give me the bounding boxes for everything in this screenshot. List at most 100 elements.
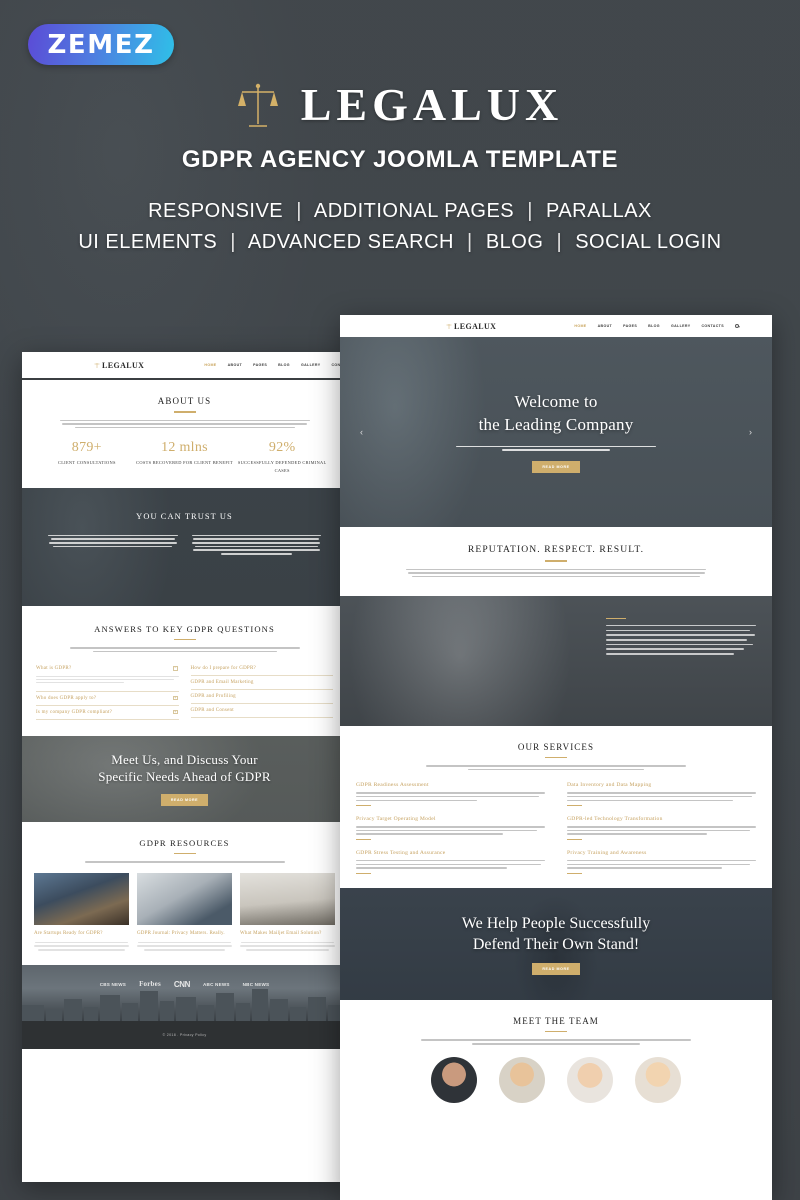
services-description bbox=[426, 765, 686, 771]
slider-prev-arrow[interactable]: ‹ bbox=[360, 427, 363, 437]
navbar-logo-text: LEGALUX bbox=[102, 360, 145, 370]
resources-section: GDPR RESOURCES Are Startups Ready for GD… bbox=[22, 821, 347, 965]
faq-question[interactable]: Who does GDPR apply to? bbox=[36, 696, 179, 701]
team-section: MEET THE TEAM bbox=[340, 999, 772, 1103]
nav-item-blog[interactable]: BLOG bbox=[648, 324, 660, 328]
defend-heading: We Help People Successfully Defend Their… bbox=[462, 913, 650, 955]
service-item[interactable]: Privacy Training and Awareness bbox=[567, 850, 756, 874]
plus-icon[interactable]: + bbox=[173, 695, 178, 701]
brand-title-row: LEGALUX bbox=[0, 78, 800, 131]
service-title: Privacy Target Operating Model bbox=[356, 816, 436, 823]
faq-item[interactable]: GDPR and Consent bbox=[190, 704, 334, 719]
faq-answer bbox=[36, 671, 179, 687]
resource-card[interactable]: Are Startups Ready for GDPR? bbox=[34, 873, 129, 953]
stat-label: COSTS RECOVERED FOR CLIENT BENEFIT bbox=[136, 460, 233, 466]
slider-next-arrow[interactable]: › bbox=[749, 427, 752, 437]
gdpr-aim-section bbox=[340, 595, 772, 726]
faq-question[interactable]: How do I prepare for GDPR? bbox=[191, 666, 334, 671]
avatar[interactable] bbox=[635, 1056, 681, 1103]
minus-icon[interactable]: − bbox=[173, 666, 178, 671]
service-item[interactable]: GDPR Stress Testing and Assurance bbox=[356, 850, 545, 874]
faq-question[interactable]: Is my company GDPR compliant? bbox=[36, 710, 179, 715]
nav-item-gallery[interactable]: GALLERY bbox=[671, 324, 691, 328]
hero-slider-subtext bbox=[456, 444, 656, 453]
nav-item-home[interactable]: HOME bbox=[204, 363, 216, 367]
nav-item-gallery[interactable]: GALLERY bbox=[301, 363, 321, 367]
press-logos-section: CBS NEWS Forbes CNN ABC NEWS NBC NEWS bbox=[22, 964, 347, 1021]
feature-additional-pages: ADDITIONAL PAGES bbox=[313, 200, 515, 222]
nav-item-blog[interactable]: BLOG bbox=[278, 363, 290, 367]
section-rule bbox=[606, 617, 626, 619]
reputation-description bbox=[406, 568, 706, 578]
faq-item[interactable]: GDPR and Email Marketing bbox=[190, 676, 334, 691]
read-more-button[interactable]: READ MORE bbox=[160, 793, 209, 806]
meet-us-heading: Meet Us, and Discuss Your Specific Needs… bbox=[98, 752, 270, 786]
right-template-preview[interactable]: LEGALUX HOME ABOUT PAGES BLOG GALLERY CO… bbox=[340, 315, 772, 1200]
service-title: GDPR Stress Testing and Assurance bbox=[356, 850, 446, 857]
card-title[interactable]: What Makes Mailjet Email Solution? bbox=[240, 930, 335, 938]
nav-item-about[interactable]: ABOUT bbox=[228, 363, 243, 367]
faq-section: ANSWERS TO KEY GDPR QUESTIONS What is GD… bbox=[22, 605, 347, 736]
navbar-menu[interactable]: HOME ABOUT PAGES BLOG GALLERY CONTACTS bbox=[204, 363, 347, 367]
press-logo-nbc: NBC NEWS bbox=[242, 981, 270, 987]
service-item[interactable]: Privacy Target Operating Model bbox=[356, 816, 545, 841]
feature-separator: | bbox=[296, 200, 302, 222]
service-item[interactable]: GDPR Readiness Assessment bbox=[356, 782, 545, 807]
card-thumbnail bbox=[34, 873, 129, 926]
faq-item[interactable]: How do I prepare for GDPR? bbox=[190, 662, 334, 677]
zemez-vendor-badge[interactable]: ZEMEZ bbox=[28, 24, 174, 65]
meet-us-heading-line1: Meet Us, and Discuss Your bbox=[111, 752, 258, 768]
card-title[interactable]: Are Startups Ready for GDPR? bbox=[34, 930, 129, 938]
scales-of-justice-icon bbox=[446, 323, 452, 329]
preview-navbar[interactable]: LEGALUX HOME ABOUT PAGES BLOG GALLERY CO… bbox=[22, 352, 347, 378]
services-title: OUR SERVICES bbox=[517, 741, 595, 752]
faq-question[interactable]: GDPR and Consent bbox=[191, 708, 334, 713]
hero-heading-line2: the Leading Company bbox=[478, 414, 634, 434]
card-title[interactable]: GDPR Journal: Privacy Matters. Really. bbox=[137, 930, 232, 938]
faq-item[interactable]: Is my company GDPR compliant? + bbox=[36, 706, 179, 720]
service-underline bbox=[567, 838, 582, 841]
services-section: OUR SERVICES GDPR Readiness Assessment D… bbox=[340, 725, 772, 888]
nav-item-pages[interactable]: PAGES bbox=[623, 324, 637, 328]
feature-ui-elements: UI ELEMENTS bbox=[78, 231, 218, 253]
nav-item-contacts[interactable]: CONTACTS bbox=[701, 324, 724, 328]
team-title: MEET THE TEAM bbox=[513, 1015, 599, 1026]
service-item[interactable]: GDPR-led Technology Transformation bbox=[567, 816, 756, 841]
zemez-label: ZEMEZ bbox=[47, 29, 155, 60]
defend-read-more-button[interactable]: READ MORE bbox=[532, 962, 580, 975]
avatar[interactable] bbox=[431, 1056, 477, 1103]
navbar-menu[interactable]: HOME ABOUT PAGES BLOG GALLERY CONTACTS bbox=[574, 324, 739, 328]
navbar-logo[interactable]: LEGALUX bbox=[94, 361, 144, 370]
avatar[interactable] bbox=[567, 1056, 613, 1103]
avatar[interactable] bbox=[499, 1056, 545, 1103]
faq-title: ANSWERS TO KEY GDPR QUESTIONS bbox=[94, 623, 275, 634]
navbar-logo-text: LEGALUX bbox=[454, 321, 497, 331]
faq-description bbox=[69, 647, 300, 653]
faq-question[interactable]: GDPR and Profiling bbox=[191, 694, 334, 699]
scales-of-justice-icon bbox=[94, 362, 100, 368]
faq-item[interactable]: GDPR and Profiling bbox=[190, 690, 334, 705]
left-template-preview[interactable]: LEGALUX HOME ABOUT PAGES BLOG GALLERY CO… bbox=[22, 352, 347, 1182]
nav-item-pages[interactable]: PAGES bbox=[253, 363, 267, 367]
hero-subtitle: GDPR AGENCY JOOMLA TEMPLATE bbox=[181, 146, 619, 173]
faq-item[interactable]: What is GDPR? − bbox=[36, 662, 179, 692]
preview-navbar[interactable]: LEGALUX HOME ABOUT PAGES BLOG GALLERY CO… bbox=[340, 315, 772, 337]
service-title: Data Inventory and Data Mapping bbox=[567, 782, 652, 789]
resources-description bbox=[84, 861, 285, 864]
about-description bbox=[59, 419, 310, 429]
feature-advanced-search: ADVANCED SEARCH bbox=[247, 231, 454, 253]
resource-card[interactable]: GDPR Journal: Privacy Matters. Really. bbox=[137, 873, 232, 953]
nav-item-home[interactable]: HOME bbox=[574, 324, 586, 328]
team-description bbox=[421, 1039, 691, 1045]
resource-card[interactable]: What Makes Mailjet Email Solution? bbox=[240, 873, 335, 953]
search-icon[interactable] bbox=[734, 324, 739, 328]
about-stats: 879+ CLIENT CONSULTATIONS 12 mlns COSTS … bbox=[34, 440, 335, 473]
navbar-logo[interactable]: LEGALUX bbox=[446, 322, 496, 331]
meet-us-heading-line2: Specific Needs Ahead of GDPR bbox=[98, 768, 271, 784]
service-item[interactable]: Data Inventory and Data Mapping bbox=[567, 782, 756, 807]
hero-read-more-button[interactable]: READ MORE bbox=[532, 460, 580, 473]
nav-item-about[interactable]: ABOUT bbox=[598, 324, 613, 328]
faq-item[interactable]: Who does GDPR apply to? + bbox=[36, 692, 179, 706]
plus-icon[interactable]: + bbox=[173, 709, 178, 715]
faq-question[interactable]: GDPR and Email Marketing bbox=[191, 680, 334, 685]
